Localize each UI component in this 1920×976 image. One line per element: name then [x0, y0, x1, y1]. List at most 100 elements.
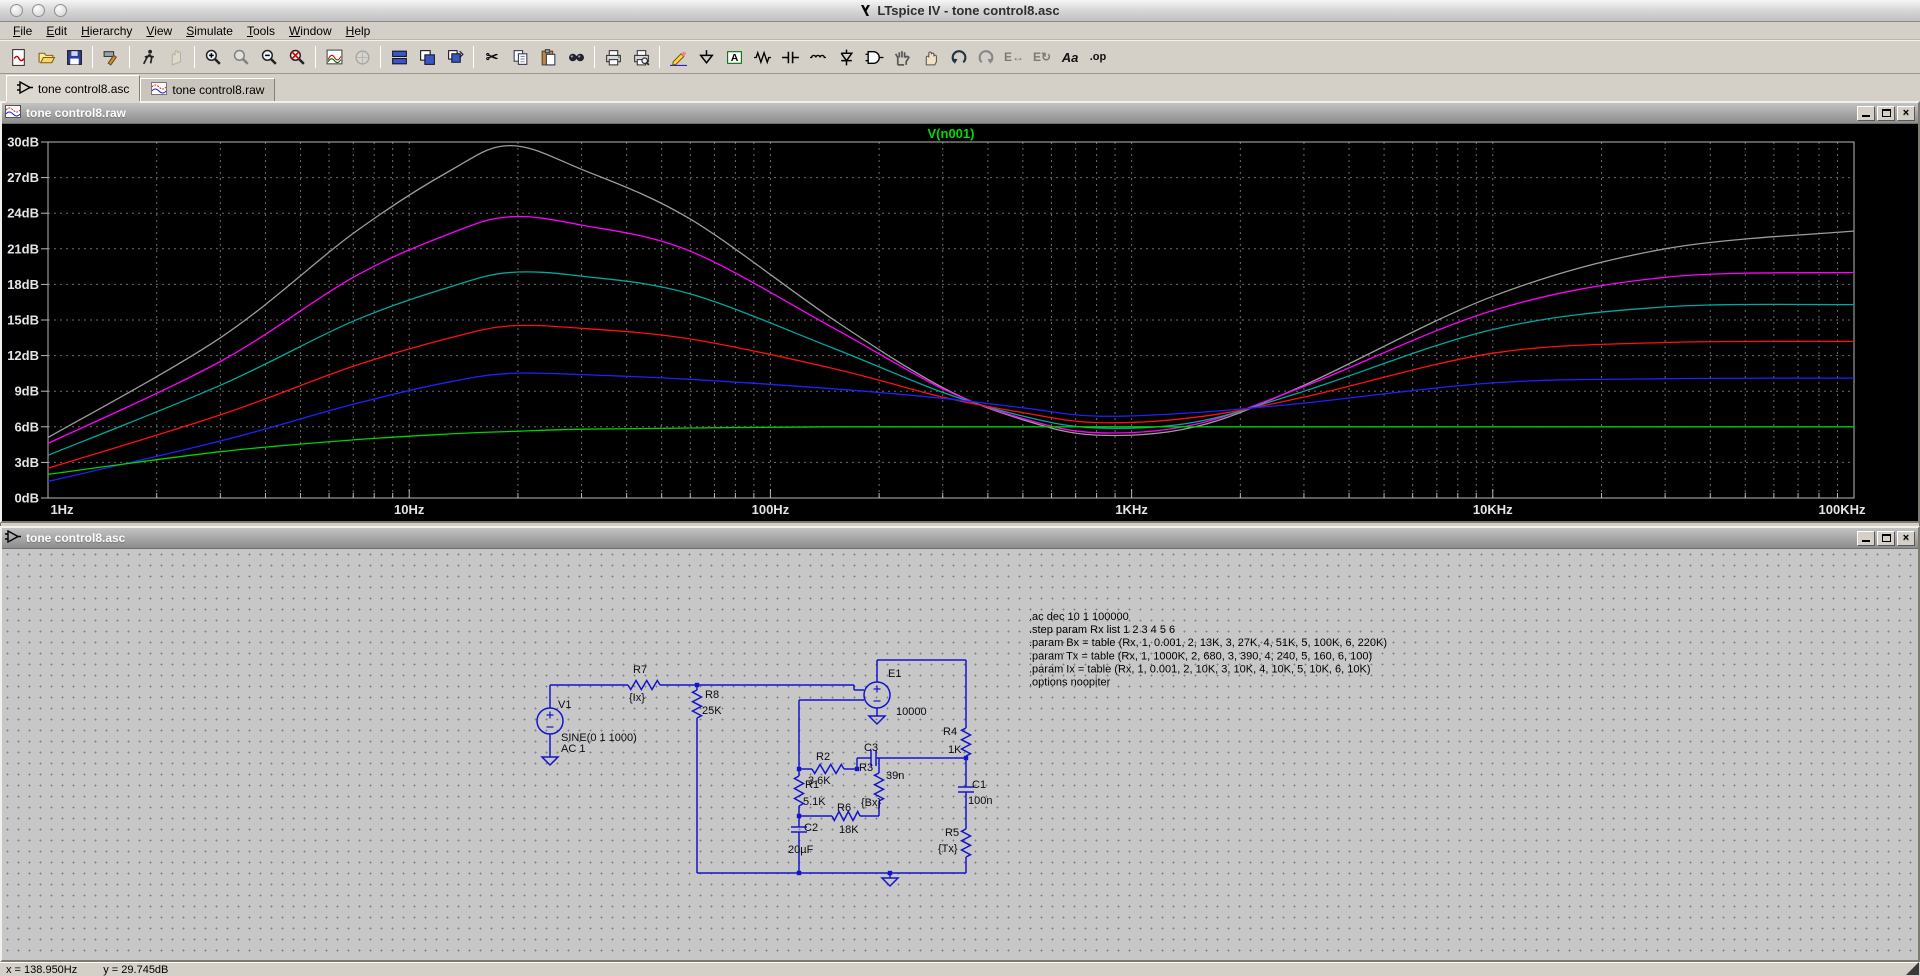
capacitor-icon[interactable]	[777, 44, 803, 70]
new-schematic-icon[interactable]	[5, 44, 31, 70]
resistor-symbol-R5[interactable]	[962, 829, 971, 857]
inductor-icon[interactable]	[805, 44, 831, 70]
component-icon[interactable]	[861, 44, 887, 70]
menu-simulate[interactable]: Simulate	[179, 23, 240, 39]
spice-directive-line[interactable]: .step param Rx list 1 2 3 4 5 6	[1029, 624, 1175, 636]
component-name-R5: R5	[945, 827, 959, 839]
toolbar-separator	[315, 46, 316, 68]
pane-minimize-button[interactable]	[1857, 106, 1875, 121]
tile-vertical-icon[interactable]	[414, 44, 440, 70]
menu-view[interactable]: View	[139, 23, 179, 39]
toolbar-separator	[194, 46, 195, 68]
spice-directive-line[interactable]: .options noopiter	[1029, 677, 1111, 689]
schematic-pane-titlebar[interactable]: tone control8.asc ×	[2, 528, 1918, 549]
diode-icon[interactable]	[833, 44, 859, 70]
pan-icon[interactable]	[349, 44, 375, 70]
open-icon[interactable]	[33, 44, 59, 70]
zoom-out-icon[interactable]	[256, 44, 282, 70]
resistor-icon[interactable]	[749, 44, 775, 70]
pane-maximize-button[interactable]	[1877, 531, 1895, 546]
waveform-pane-titlebar[interactable]: tone control8.raw ×	[2, 103, 1918, 124]
rotate-icon[interactable]: E↻	[1029, 44, 1055, 70]
y-axis-tick-label: 30dB	[7, 135, 39, 150]
zoom-full-extents-icon[interactable]	[284, 44, 310, 70]
resistor-symbol-R8[interactable]	[693, 690, 702, 718]
spice-directive-line[interactable]: .param Ix = table (Rx, 1, 0.001, 2, 10K,…	[1029, 663, 1371, 675]
menu-window[interactable]: Window	[282, 23, 339, 39]
drag-icon[interactable]	[917, 44, 943, 70]
pane-minimize-button[interactable]	[1857, 531, 1875, 546]
toolbar: ✂ A E↔E↻Aa.op	[0, 40, 1920, 74]
tab-tone-control8-asc[interactable]: tone control8.asc	[6, 75, 140, 101]
component-name-R6: R6	[837, 802, 851, 814]
pane-close-button[interactable]: ×	[1897, 106, 1915, 121]
ltspice-window: LTspice IV - tone control8.asc FileEditH…	[0, 0, 1920, 976]
ground-symbol	[882, 878, 898, 886]
paste-icon[interactable]	[535, 44, 561, 70]
tile-horizontal-icon[interactable]	[386, 44, 412, 70]
zoom-back-icon[interactable]	[228, 44, 254, 70]
copy-icon[interactable]	[507, 44, 533, 70]
tab-bar: tone control8.asc tone control8.raw	[0, 74, 1920, 101]
ground-symbol	[869, 716, 885, 724]
print-preview-icon[interactable]	[628, 44, 654, 70]
spice-directive-icon[interactable]: .op	[1085, 44, 1111, 70]
zoom-in-icon[interactable]	[200, 44, 226, 70]
spice-directive-line[interactable]: .param Bx = table (Rx, 1, 0.001, 2, 13K,…	[1029, 637, 1387, 649]
menu-help[interactable]: Help	[339, 23, 378, 39]
print-icon[interactable]	[600, 44, 626, 70]
wire-junction	[797, 814, 801, 818]
control-panel-icon[interactable]	[98, 44, 124, 70]
component-name-C2: C2	[804, 822, 818, 834]
cascade-windows-icon[interactable]	[442, 44, 468, 70]
run-icon[interactable]	[135, 44, 161, 70]
move-icon[interactable]	[889, 44, 915, 70]
find-icon[interactable]	[563, 44, 589, 70]
spice-directive-line[interactable]: .param Tx = table (Rx, 1, 1000K, 2, 680,…	[1029, 650, 1372, 662]
y-axis-tick-label: 6dB	[14, 419, 39, 434]
net-label-icon[interactable]: A	[721, 44, 747, 70]
menu-tools[interactable]: Tools	[240, 23, 282, 39]
text-icon[interactable]: Aa	[1057, 44, 1083, 70]
component-name-R2: R2	[816, 751, 830, 763]
resize-grip[interactable]	[1906, 962, 1919, 975]
resistor-symbol-R7[interactable]	[628, 681, 660, 690]
resistor-symbol-R2[interactable]	[812, 765, 844, 774]
opamp-pane-icon	[5, 530, 21, 546]
component-value-R4: 1K	[948, 744, 962, 756]
plot-background	[6, 124, 1914, 521]
save-icon[interactable]	[61, 44, 87, 70]
mirror-icon[interactable]: E↔	[1001, 44, 1027, 70]
toolbar-separator	[380, 46, 381, 68]
trace-legend-label[interactable]: V(n001)	[928, 126, 975, 141]
cut-icon[interactable]: ✂	[479, 44, 505, 70]
window-titlebar[interactable]: LTspice IV - tone control8.asc	[0, 0, 1920, 22]
status-x-readout: x = 138.950Hz	[6, 964, 77, 976]
tab-tone-control8-raw[interactable]: tone control8.raw	[140, 78, 275, 101]
y-axis-tick-label: 24dB	[7, 206, 39, 221]
component-name-R1: R1	[805, 779, 819, 791]
y-axis-tick-label: 9dB	[14, 384, 39, 399]
component-name-C1: C1	[972, 779, 986, 791]
menu-hierarchy[interactable]: Hierarchy	[74, 23, 139, 39]
pane-maximize-button[interactable]	[1877, 106, 1895, 121]
x-axis-tick-label: 10KHz	[1473, 502, 1513, 517]
autorange-y-icon[interactable]	[321, 44, 347, 70]
resistor-symbol-R4[interactable]	[962, 728, 971, 756]
waveform-plot-area[interactable]: 0dB3dB6dB9dB12dB15dB18dB21dB24dB27dB30dB…	[2, 124, 1918, 521]
redo-icon[interactable]	[973, 44, 999, 70]
ground-icon[interactable]	[693, 44, 719, 70]
halt-icon[interactable]	[163, 44, 189, 70]
pane-close-button[interactable]: ×	[1897, 531, 1915, 546]
undo-icon[interactable]	[945, 44, 971, 70]
wire-junction	[964, 756, 968, 760]
y-axis-tick-label: 18dB	[7, 277, 39, 292]
spice-directive-line[interactable]: .ac dec 10 1 100000	[1029, 611, 1129, 623]
menu-edit[interactable]: Edit	[39, 23, 74, 39]
wire-icon[interactable]	[665, 44, 691, 70]
schematic-canvas[interactable]: V1SINE(0 1 1000)AC 1R7{Ix}R825KE110000R2…	[2, 549, 1918, 960]
component-value-C3: 39n	[886, 770, 904, 782]
menu-file[interactable]: File	[6, 23, 39, 39]
status-bar: x = 138.950Hz y = 29.745dB	[0, 962, 1920, 976]
plus-mark	[874, 686, 881, 693]
